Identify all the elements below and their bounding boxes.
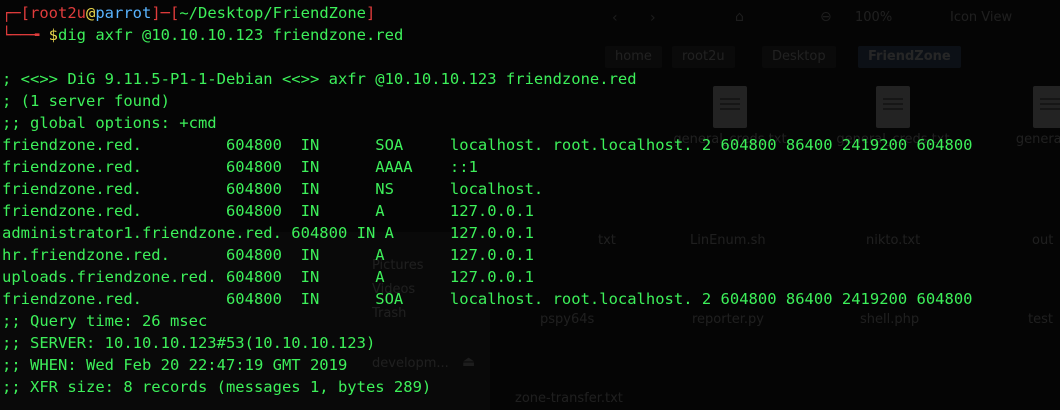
output-line: friendzone.red. 604800 IN SOA localhost.…	[2, 290, 973, 308]
prompt-corner-bottom: └──╼	[2, 26, 49, 44]
prompt-bracket-close: ]	[365, 4, 376, 22]
terminal-window[interactable]: ‹ › ⌂ ⊖ 100% Icon View home root2u Deskt…	[0, 0, 1060, 410]
output-line: administrator1.friendzone.red. 604800 IN…	[2, 224, 534, 242]
output-line: uploads.friendzone.red. 604800 IN A 127.…	[2, 268, 534, 286]
terminal-output[interactable]: ┌─[root2u@parrot]─[~/Desktop/FriendZone]…	[0, 0, 1060, 410]
output-line: friendzone.red. 604800 IN AAAA ::1	[2, 158, 478, 176]
prompt-host: parrot	[95, 4, 152, 22]
output-line: ;; global options: +cmd	[2, 114, 217, 132]
prompt-separator: ]─[	[151, 4, 180, 22]
output-line: friendzone.red. 604800 IN SOA localhost.…	[2, 136, 973, 154]
command-line: └──╼ $dig axfr @10.10.10.123 friendzone.…	[2, 24, 403, 46]
prompt-line: ┌─[root2u@parrot]─[~/Desktop/FriendZone]	[2, 2, 375, 24]
output-line: ;; WHEN: Wed Feb 20 22:47:19 GMT 2019	[2, 356, 348, 374]
output-line: ;; XFR size: 8 records (messages 1, byte…	[2, 378, 432, 396]
output-line: ; (1 server found)	[2, 92, 170, 110]
command-text: dig axfr @10.10.10.123 friendzone.red	[58, 26, 404, 44]
output-line: friendzone.red. 604800 IN A 127.0.0.1	[2, 202, 534, 220]
output-line: hr.friendzone.red. 604800 IN A 127.0.0.1	[2, 246, 534, 264]
output-line: ; <<>> DiG 9.11.5-P1-1-Debian <<>> axfr …	[2, 70, 637, 88]
output-line: ;; Query time: 26 msec	[2, 312, 208, 330]
prompt-at: @	[86, 4, 96, 22]
output-line: ;; SERVER: 10.10.10.123#53(10.10.10.123)	[2, 334, 376, 352]
output-line: friendzone.red. 604800 IN NS localhost.	[2, 180, 544, 198]
prompt-user: root2u	[30, 4, 86, 22]
prompt-dollar: $	[48, 26, 59, 44]
prompt-corner: ┌─[	[2, 4, 30, 22]
prompt-path: ~/Desktop/FriendZone	[179, 4, 366, 22]
